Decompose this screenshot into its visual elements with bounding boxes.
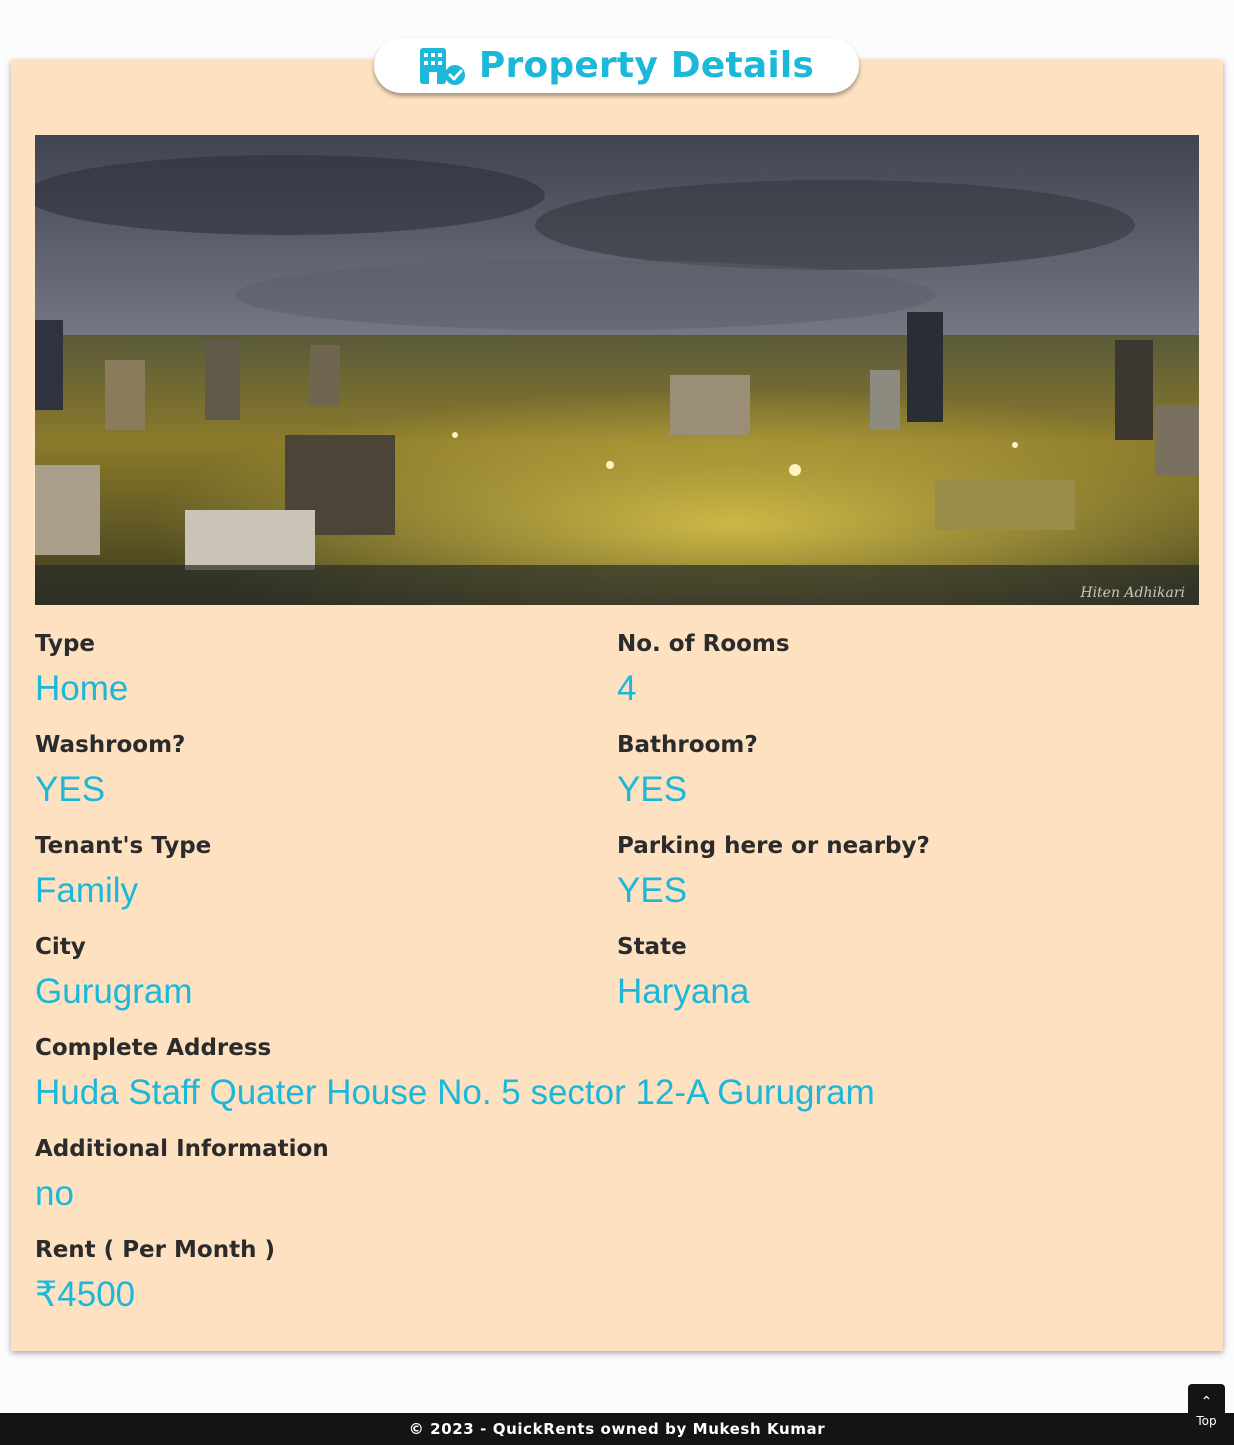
page-title: Property Details [478,45,815,86]
building-check-icon [419,46,467,86]
washroom-field: Washroom? YES [35,721,617,822]
city-label: City [35,934,86,960]
parking-field: Parking here or nearby? YES [617,822,1199,923]
details-row: Washroom? YES Bathroom? YES [35,721,1199,822]
state-field: State Haryana [617,923,1199,1024]
type-field: Type Home [35,620,617,721]
rent-field: Rent ( Per Month ) ₹4500 [35,1226,1199,1327]
tenant-value: Family [35,871,139,910]
washroom-value: YES [35,770,106,809]
state-label: State [617,934,687,960]
footer-copyright: © 2023 - QuickRents owned by Mukesh Kuma… [408,1420,826,1438]
parking-label: Parking here or nearby? [617,833,930,859]
rooms-value: 4 [617,669,637,708]
bathroom-field: Bathroom? YES [617,721,1199,822]
details-row: Tenant's Type Family Parking here or nea… [35,822,1199,923]
tenant-label: Tenant's Type [35,833,212,859]
property-details-page: Property Details Hiten Adhikari Type Hom… [0,0,1234,1445]
city-value: Gurugram [35,972,193,1011]
info-field: Additional Information no [35,1125,1199,1226]
washroom-label: Washroom? [35,732,186,758]
city-field: City Gurugram [35,923,617,1024]
rent-label: Rent ( Per Month ) [35,1237,275,1263]
rooms-label: No. of Rooms [617,631,790,657]
parking-value: YES [617,871,688,910]
bathroom-label: Bathroom? [617,732,758,758]
state-value: Haryana [617,972,750,1011]
tenant-field: Tenant's Type Family [35,822,617,923]
details-row: Complete Address Huda Staff Quater House… [35,1024,1199,1125]
details-row: Rent ( Per Month ) ₹4500 [35,1226,1199,1327]
photo-watermark: Hiten Adhikari [1079,585,1185,601]
chevron-up-icon: ⌃ [1200,1394,1213,1410]
info-label: Additional Information [35,1136,329,1162]
page-title-pill: Property Details [374,38,859,93]
details-grid: Type Home No. of Rooms 4 Washroom? YES B… [35,620,1199,1327]
bathroom-value: YES [617,770,688,809]
type-value: Home [35,669,129,708]
back-to-top-button[interactable]: ⌃ Top [1188,1384,1225,1436]
address-field: Complete Address Huda Staff Quater House… [35,1024,1199,1125]
type-label: Type [35,631,96,657]
property-photo: Hiten Adhikari [35,135,1199,605]
address-value: Huda Staff Quater House No. 5 sector 12-… [35,1073,875,1112]
details-row: Additional Information no [35,1125,1199,1226]
address-label: Complete Address [35,1035,272,1061]
details-row: City Gurugram State Haryana [35,923,1199,1024]
rooms-field: No. of Rooms 4 [617,620,1199,721]
details-row: Type Home No. of Rooms 4 [35,620,1199,721]
info-value: no [35,1174,74,1213]
site-footer: © 2023 - QuickRents owned by Mukesh Kuma… [0,1413,1234,1445]
rent-value: ₹4500 [35,1275,136,1314]
back-to-top-label: Top [1196,1414,1217,1428]
